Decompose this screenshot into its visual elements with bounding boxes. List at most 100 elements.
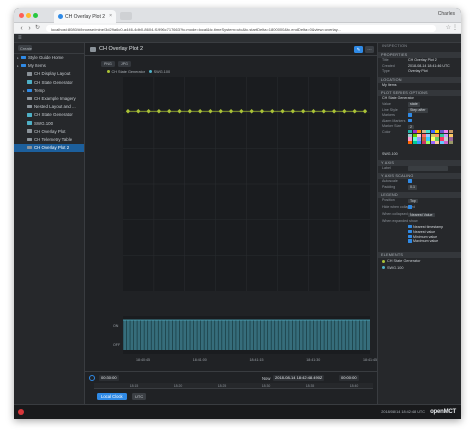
tree-item[interactable]: ▸ Style Guide Home [14, 54, 84, 62]
location-row[interactable]: My Items [378, 83, 461, 89]
overlay-plot-area[interactable] [123, 77, 370, 291]
hamburger-icon[interactable]: ≡ [18, 35, 22, 41]
legend-option-row: Hide when collapsed [378, 205, 461, 212]
tree-header: Create [14, 43, 84, 54]
second-series-row[interactable]: SWG.100 [378, 152, 461, 158]
color-swatch[interactable] [435, 141, 439, 145]
tree-item[interactable]: ▸ Temp [14, 87, 84, 95]
start-delta-field[interactable]: 00:30:00 [99, 375, 119, 381]
app-top-bar: ≡ [14, 34, 461, 43]
browser-window: CH Overlay Plot 2 × Charles ‹ › ↻ localh… [14, 8, 461, 419]
option-checkbox[interactable] [408, 229, 412, 234]
tree-item[interactable]: CH State Generator [14, 111, 84, 119]
legend-swatch [149, 70, 153, 73]
color-swatch[interactable] [412, 141, 417, 145]
tree-item-label: Style Guide Home [28, 55, 64, 60]
color-swatch[interactable] [430, 141, 435, 145]
legend-label: CH State Generator [111, 70, 146, 74]
tree-item[interactable]: CH Overlay Plot [14, 128, 84, 136]
color-palette[interactable] [408, 129, 453, 145]
create-button[interactable]: Create [18, 45, 32, 51]
tree-item-label: CH Telemetry Table [34, 136, 73, 142]
url-field[interactable]: localhost:8080/#/browse/mine/3d29a6c0-a4… [46, 25, 436, 32]
object-title[interactable]: CH Overlay Plot 2 [99, 46, 143, 52]
tree-item[interactable]: SWG.100 [14, 120, 84, 128]
option-checkbox[interactable] [408, 224, 412, 229]
color-swatch[interactable] [426, 141, 430, 145]
field-key: Label [382, 165, 391, 170]
bookmark-star-icon[interactable]: ☆ [446, 24, 451, 31]
object-type-icon [27, 137, 32, 142]
clock-select-button[interactable]: Local Clock [97, 393, 127, 400]
option-select[interactable]: Top [408, 198, 418, 204]
tree-item[interactable]: ▸ My Items [14, 62, 84, 70]
status-time: 2018/08/14 18:42:48 UTC [381, 410, 425, 414]
tree-item[interactable]: CH Example Imagery [14, 95, 84, 103]
option-select[interactable]: 2 [408, 124, 414, 130]
browser-tab[interactable]: CH Overlay Plot 2 × [54, 10, 116, 23]
field-key: Padding [382, 184, 396, 189]
maximize-window-button[interactable] [33, 13, 38, 18]
legend-option-row: Position Top [378, 198, 461, 205]
inspector-title: INSPECTION [382, 44, 408, 48]
tree-item[interactable]: CH Display Layout [14, 70, 84, 78]
inspector: INSPECTION PROPERTIES Title CH Overlay Pl… [377, 43, 461, 404]
option-checkbox[interactable] [408, 205, 412, 209]
option-select[interactable]: state [408, 102, 420, 108]
option-label: Minimum value [413, 234, 438, 239]
color-swatch[interactable] [417, 141, 421, 145]
favicon-icon [58, 14, 63, 19]
legend-options: Position Top Hide when collapsed When colla… [378, 198, 461, 219]
close-window-button[interactable] [19, 13, 24, 18]
color-swatch[interactable] [439, 141, 444, 145]
option-checkbox[interactable] [408, 113, 412, 117]
status-indicator-icon[interactable] [18, 409, 24, 415]
time-axis-tick: 18:35 [305, 384, 315, 388]
end-delta-field[interactable]: 00:00:00 [339, 375, 359, 381]
more-options-button[interactable]: ⋯ [365, 46, 374, 53]
profile-name[interactable]: Charles [438, 11, 455, 17]
option-checkbox[interactable] [408, 118, 412, 123]
reload-icon[interactable]: ↻ [33, 24, 42, 33]
state-plot-area[interactable] [123, 316, 370, 354]
tree-item[interactable]: Nested Layout and ... [14, 103, 84, 111]
color-label: Color [382, 129, 391, 134]
option-checkbox[interactable] [408, 239, 412, 243]
close-tab-icon[interactable]: × [109, 13, 112, 19]
time-axis-tick: 18:30 [261, 384, 271, 388]
tree-item[interactable]: CH State Generator [14, 79, 84, 87]
element-color-icon [382, 266, 385, 270]
browser-menu-icon[interactable]: ⋮ [452, 24, 458, 31]
export-png-button[interactable]: PNG [101, 61, 115, 67]
main-view: CH Overlay Plot 2 ✎ ⋯ PNG JPG CH State G… [85, 43, 377, 404]
padding-input[interactable]: 0.1 [408, 185, 417, 190]
expanded-option-row: Maximum value [378, 239, 461, 244]
edit-button[interactable]: ✎ [354, 46, 363, 53]
tree-item-label: CH State Generator [34, 79, 73, 85]
option-select[interactable]: Nearest Value [408, 212, 435, 218]
new-tab-button[interactable] [120, 12, 132, 20]
x-tick-label: 18:40:45 [136, 358, 150, 362]
plot-legend[interactable]: CH State Generator SWG.100 [104, 70, 170, 74]
option-select[interactable]: Step after [408, 108, 428, 113]
color-swatch[interactable] [448, 141, 453, 145]
object-tree: Create ▸ Style Guide Home ▸ My Items CH Disp… [14, 43, 85, 404]
property-value: Overlay Plot [408, 69, 428, 74]
color-swatch[interactable] [408, 141, 412, 145]
tree-item[interactable]: CH Overlay Plot 2 [14, 144, 84, 153]
time-axis[interactable]: 18:15 18:20 18:25 18:30 18:35 18:40 [94, 383, 373, 389]
yaxis-label-input[interactable] [408, 166, 448, 171]
tree-item[interactable]: CH Telemetry Table [14, 136, 84, 144]
autoscale-checkbox[interactable] [408, 179, 412, 183]
option-value-wrap [408, 205, 413, 211]
legend-option-row: When collapsed show Nearest Value [378, 212, 461, 219]
export-jpg-button[interactable]: JPG [117, 61, 131, 67]
minimize-window-button[interactable] [26, 13, 31, 18]
color-swatch[interactable] [421, 141, 426, 145]
element-item[interactable]: SWG.100 [378, 265, 461, 272]
object-type-icon [27, 104, 32, 109]
option-checkbox[interactable] [408, 234, 412, 238]
timesystem-select[interactable]: UTC [132, 393, 147, 400]
option-value-wrap: Maximum value [408, 239, 438, 244]
color-swatch[interactable] [444, 141, 448, 145]
